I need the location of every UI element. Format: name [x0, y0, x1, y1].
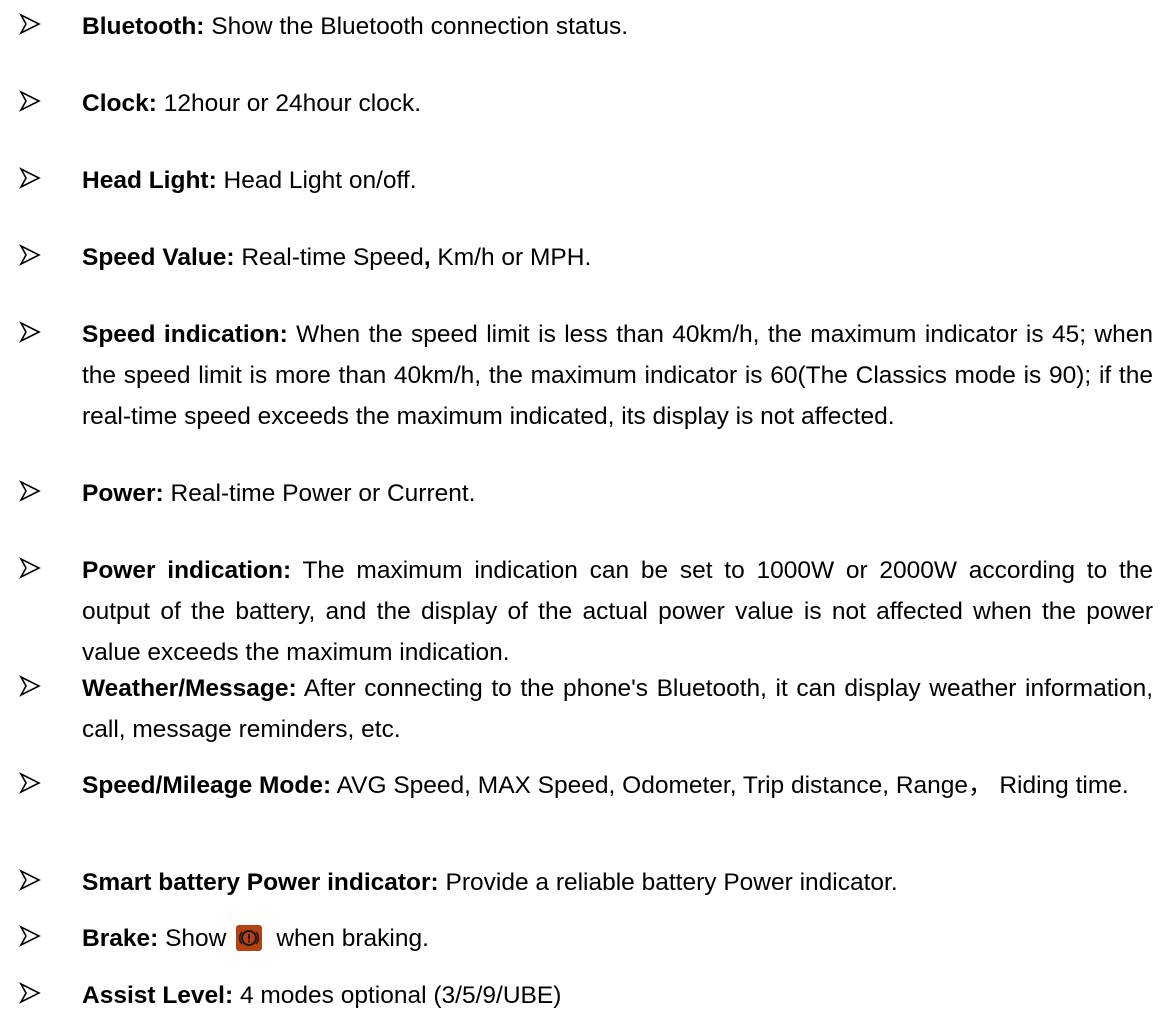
item-desc: Real-time Speed [234, 244, 424, 271]
item-term: Weather/Message: [82, 675, 297, 702]
item-term: Clock: [82, 90, 157, 117]
list-item-text: Brake: Show when braking. [82, 918, 1153, 959]
item-desc: AVG Speed, MAX Speed, Odometer, Trip dis… [331, 772, 1129, 799]
arrow-bullet-icon [18, 556, 42, 580]
arrow-bullet-icon [18, 771, 42, 795]
item-term: Speed/Mileage Mode: [82, 772, 332, 799]
list-item-text: Power indication: The maximum indication… [82, 550, 1153, 673]
list-item-text: Speed indication: When the speed limit i… [82, 314, 1153, 437]
item-term: Assist Level: [82, 982, 234, 1009]
item-term: Bluetooth: [82, 13, 205, 40]
list-item-text: Power: Real-time Power or Current. [82, 473, 1153, 514]
list-item-text: Speed Value: Real-time Speed, Km/h or MP… [82, 237, 1153, 278]
item-desc: Real-time Power or Current. [163, 480, 476, 507]
list-item-text: Clock: 12hour or 24hour clock. [82, 83, 1153, 124]
list-item-text: Assist Level: 4 modes optional (3/5/9/UB… [82, 975, 1153, 1016]
arrow-bullet-icon [18, 243, 42, 267]
item-desc-bold: , [423, 244, 431, 271]
arrow-bullet-icon [18, 12, 42, 36]
arrow-bullet-icon [18, 981, 42, 1005]
arrow-bullet-icon [18, 320, 42, 344]
arrow-bullet-icon [18, 868, 42, 892]
item-desc: 4 modes optional (3/5/9/UBE) [233, 982, 562, 1009]
arrow-bullet-icon [18, 674, 42, 698]
item-term: Power: [82, 480, 164, 507]
list-item-text: Speed/Mileage Mode: AVG Speed, MAX Speed… [82, 765, 1153, 806]
item-term: Speed Value: [82, 244, 235, 271]
list-item-text: Head Light: Head Light on/off. [82, 160, 1153, 201]
list-item-text: Smart battery Power indicator: Provide a… [82, 862, 1153, 903]
list-item-text: Bluetooth: Show the Bluetooth connection… [82, 6, 1153, 47]
item-term: Head Light: [82, 167, 217, 194]
item-desc: 12hour or 24hour clock. [156, 90, 422, 117]
item-term: Smart battery Power indicator: [82, 869, 439, 896]
item-term: Power indication: [82, 557, 292, 584]
item-desc: Km/h or MPH. [430, 244, 592, 271]
item-term: Brake: [82, 925, 159, 952]
document-page: Bluetooth: Show the Bluetooth connection… [0, 0, 1171, 1018]
item-desc: Head Light on/off. [216, 167, 417, 194]
arrow-bullet-icon [18, 89, 42, 113]
brake-warning-icon [236, 925, 263, 951]
item-desc: Show [158, 925, 227, 952]
list-item-text: Weather/Message: After connecting to the… [82, 668, 1153, 750]
item-term: Speed indication: [82, 321, 288, 348]
arrow-bullet-icon [18, 166, 42, 190]
item-desc: Provide a reliable battery Power indicat… [438, 869, 898, 896]
item-desc: when braking. [276, 925, 429, 952]
arrow-bullet-icon [18, 479, 42, 503]
item-desc: Show the Bluetooth connection status. [204, 13, 629, 40]
arrow-bullet-icon [18, 924, 42, 948]
